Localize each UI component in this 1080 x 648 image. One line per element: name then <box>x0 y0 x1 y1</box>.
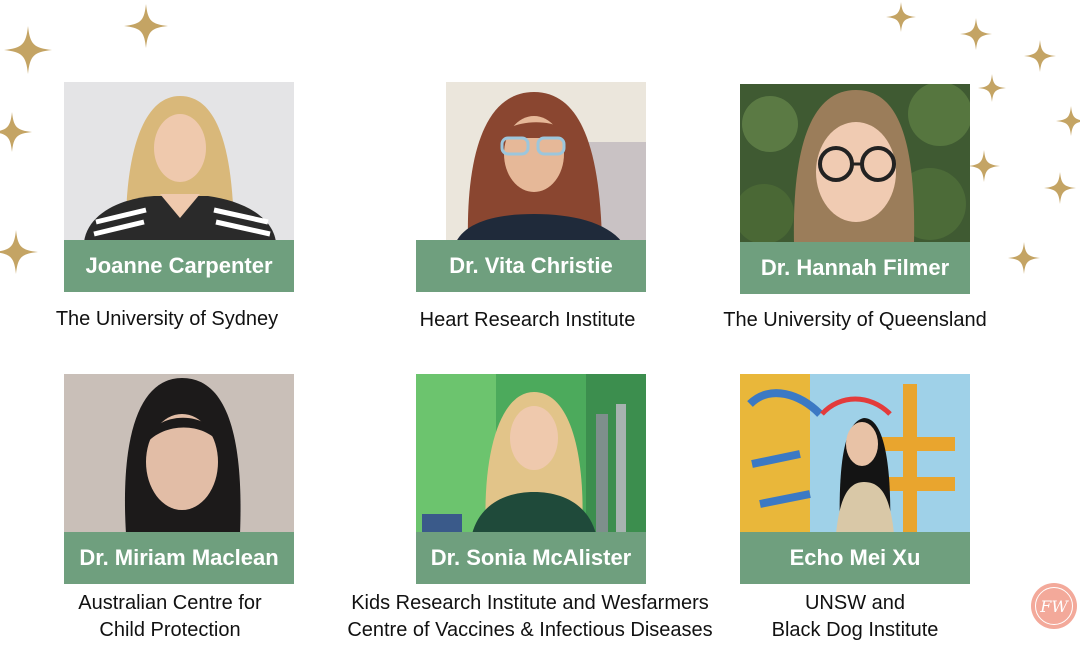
person-affiliation: UNSW and Black Dog Institute <box>771 592 939 641</box>
portrait-photo <box>740 84 970 244</box>
portrait-photo <box>416 374 646 534</box>
person-affiliation: Kids Research Institute and Wesfarmers C… <box>347 592 713 641</box>
sparkle-star-icon <box>4 26 52 74</box>
fw-logo-text: FW <box>1035 587 1073 625</box>
person-card: Echo Mei Xu <box>740 374 970 584</box>
person-affiliation: Heart Research Institute <box>419 309 636 331</box>
person-affiliation: Australian Centre for Child Protection <box>78 592 262 641</box>
person-name: Dr. Miriam Maclean <box>64 532 294 584</box>
portrait-photo <box>64 374 294 534</box>
sparkle-star-icon <box>1044 172 1076 204</box>
sparkle-star-icon <box>124 4 168 48</box>
sparkle-star-icon <box>0 230 38 274</box>
sparkle-star-icon <box>1008 242 1040 274</box>
sparkle-star-icon <box>1056 106 1080 136</box>
person-affiliation: The University of Queensland <box>723 309 987 331</box>
person-name: Dr. Sonia McAlister <box>416 532 646 584</box>
portrait-photo <box>740 374 970 534</box>
person-name: Dr. Vita Christie <box>416 240 646 292</box>
sparkle-star-icon <box>1024 40 1056 72</box>
person-card: Dr. Hannah Filmer <box>740 84 970 294</box>
fw-logo: FW <box>1031 583 1077 629</box>
person-card: Dr. Sonia McAlister <box>416 374 646 584</box>
sparkle-star-icon <box>886 2 916 32</box>
person-affiliation: The University of Sydney <box>55 308 279 330</box>
sparkle-star-icon <box>0 112 32 152</box>
person-name: Echo Mei Xu <box>740 532 970 584</box>
sparkle-star-icon <box>978 74 1006 102</box>
person-card: Dr. Vita Christie <box>416 82 646 292</box>
portrait-photo <box>64 82 294 242</box>
person-card: Dr. Miriam Maclean <box>64 374 294 584</box>
portrait-photo <box>416 82 646 242</box>
person-name: Dr. Hannah Filmer <box>740 242 970 294</box>
person-name: Joanne Carpenter <box>64 240 294 292</box>
sparkle-star-icon <box>968 150 1000 182</box>
person-card: Joanne Carpenter <box>64 82 294 292</box>
sparkle-star-icon <box>960 18 992 50</box>
